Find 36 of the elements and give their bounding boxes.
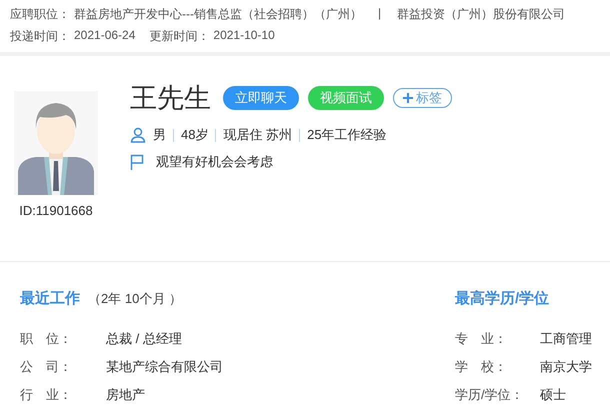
updated-date: 2021-10-10 bbox=[213, 28, 275, 44]
field-label: 专 业： bbox=[455, 330, 508, 348]
updated-label: 更新时间： bbox=[149, 28, 210, 45]
profile-fact: 现居住 苏州 bbox=[223, 126, 292, 144]
candidate-name: 王先生 bbox=[130, 82, 211, 115]
video-interview-button[interactable]: 视频面试 bbox=[308, 86, 384, 110]
field-value: 工商管理 bbox=[540, 330, 593, 348]
plus-icon bbox=[403, 93, 413, 103]
person-icon bbox=[130, 127, 146, 143]
company-text: 群益投资（广州）股份有限公司 bbox=[397, 6, 566, 23]
section-title: 最高学历/学位 bbox=[455, 289, 550, 308]
field-value: 房地产 bbox=[106, 386, 146, 404]
position-label: 应聘职位： bbox=[10, 6, 70, 23]
work-duration: （2年 10个月 ） bbox=[88, 290, 182, 308]
field-value: 某地产综合有限公司 bbox=[106, 358, 223, 376]
candidate-id: ID:11901668 bbox=[19, 203, 93, 218]
submitted-label: 投递时间： bbox=[10, 28, 70, 45]
profile-fact: 48岁 bbox=[181, 126, 208, 144]
profile-fact: 25年工作经验 bbox=[307, 126, 387, 144]
field-label: 公 司： bbox=[20, 358, 73, 376]
field-label: 职 位： bbox=[20, 330, 73, 348]
field-label: 学 校： bbox=[455, 358, 508, 376]
field-label: 学历/学位： bbox=[455, 386, 525, 404]
field-label: 行 业： bbox=[20, 386, 73, 404]
chat-button[interactable]: 立即聊天 bbox=[223, 86, 299, 110]
submitted-date: 2021-06-24 bbox=[74, 28, 136, 44]
field-value: 南京大学 bbox=[540, 358, 593, 376]
add-tag-button[interactable]: 标签 bbox=[393, 88, 452, 108]
position-text: 群益房地产开发中心---销售总监（社会招聘）（广州） bbox=[74, 6, 362, 23]
profile-fact: 男 bbox=[153, 126, 166, 144]
job-seeking-status: 观望有好机会会考虑 bbox=[156, 153, 273, 171]
flag-icon bbox=[130, 154, 144, 170]
field-value: 硕士 bbox=[540, 386, 567, 404]
section-title: 最近工作 bbox=[20, 289, 80, 308]
separator: | bbox=[378, 6, 382, 22]
field-value: 总裁 / 总经理 bbox=[106, 330, 183, 348]
